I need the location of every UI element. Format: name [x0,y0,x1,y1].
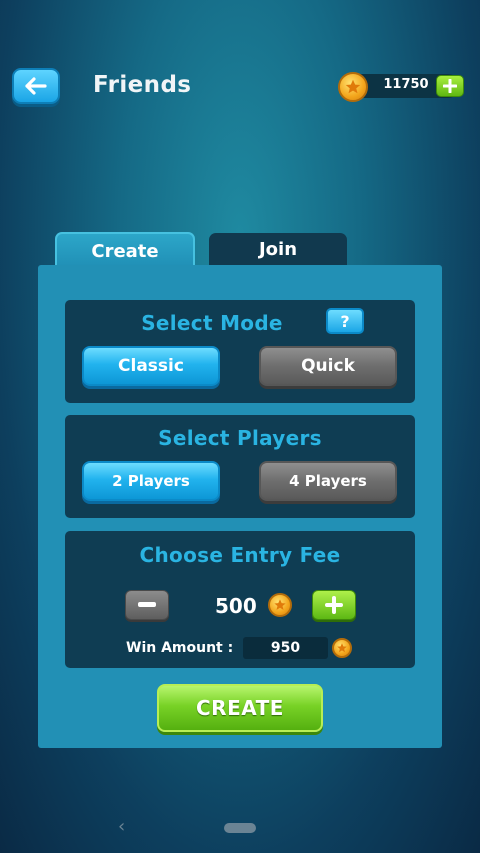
plus-icon [443,79,457,93]
mode-quick-button[interactable]: Quick [259,346,397,386]
nav-home-pill[interactable] [224,823,256,833]
star-coin-icon [332,638,352,658]
increase-fee-button[interactable] [312,590,356,620]
help-button[interactable]: ? [326,308,364,334]
coin-balance-value: 11750 [383,77,429,92]
plus-icon [325,596,343,614]
arrow-left-icon [25,77,47,95]
players-2-button[interactable]: 2 Players [82,461,220,501]
entry-fee-title: Choose Entry Fee [139,543,341,567]
tab-create[interactable]: Create [55,232,195,268]
players-4-button[interactable]: 4 Players [259,461,397,501]
select-players-title: Select Players [158,426,322,450]
tab-join[interactable]: Join [209,233,347,265]
add-coins-button[interactable] [436,75,464,97]
nav-back-icon[interactable]: ‹ [118,816,125,837]
back-button[interactable] [12,68,60,104]
star-coin-icon [268,593,292,617]
entry-fee-value: 500 [215,594,257,618]
star-coin-icon [338,72,368,102]
minus-icon [138,602,156,607]
decrease-fee-button[interactable] [125,590,169,620]
create-button[interactable]: CREATE [157,684,323,732]
page-title: Friends [93,72,192,98]
win-amount-value: 950 [243,637,328,659]
win-amount-label: Win Amount : [126,640,234,656]
mode-classic-button[interactable]: Classic [82,346,220,386]
